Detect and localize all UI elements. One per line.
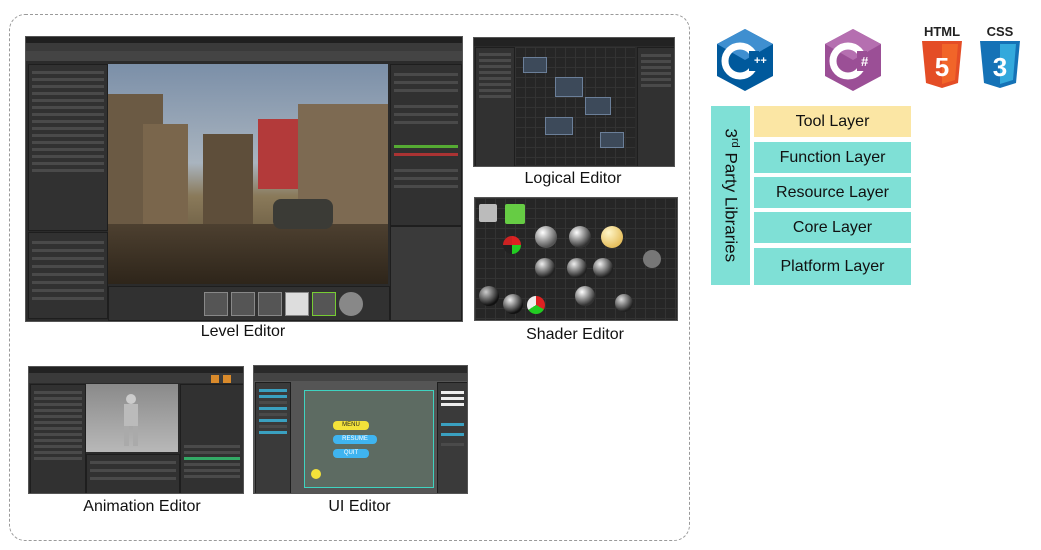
svg-text:++: ++ bbox=[754, 55, 767, 67]
html-logo-number: 5 bbox=[934, 52, 950, 82]
css-logo-number: 3 bbox=[992, 52, 1008, 82]
logical-editor-screenshot bbox=[473, 37, 675, 167]
assets-panel bbox=[28, 232, 108, 319]
platform-layer: Platform Layer bbox=[754, 248, 911, 285]
shader-editor-screenshot bbox=[474, 197, 678, 321]
animation-editor-screenshot bbox=[28, 366, 244, 494]
css3-icon: CSS 3 bbox=[978, 24, 1022, 92]
resource-layer: Resource Layer bbox=[754, 177, 911, 208]
ui-editor-caption: UI Editor bbox=[328, 498, 391, 515]
outliner-panel bbox=[28, 64, 108, 231]
tool-layer: Tool Layer bbox=[754, 106, 911, 137]
level-editor-caption: Level Editor bbox=[200, 323, 286, 340]
html-logo-label: HTML bbox=[923, 24, 961, 39]
cpp-icon: ++ bbox=[714, 27, 776, 93]
core-layer: Core Layer bbox=[754, 212, 911, 243]
ui-resume-button: RESUME bbox=[333, 435, 377, 444]
third-party-sup: rd bbox=[728, 138, 741, 148]
level-editor-screenshot bbox=[25, 36, 463, 322]
third-party-libraries-bar: 3rd Party Libraries bbox=[711, 106, 750, 285]
svg-text:#: # bbox=[861, 54, 869, 69]
html5-icon: HTML 5 bbox=[920, 24, 964, 92]
css-logo-label: CSS bbox=[986, 24, 1014, 39]
blueprint-graph bbox=[515, 47, 635, 165]
animation-editor-caption: Animation Editor bbox=[83, 498, 201, 515]
preview-panel bbox=[390, 226, 462, 321]
logical-editor-caption: Logical Editor bbox=[524, 170, 622, 187]
properties-panel bbox=[390, 64, 462, 226]
animation-viewport bbox=[86, 384, 178, 452]
ui-menu-button: MENU bbox=[333, 421, 369, 430]
level-viewport bbox=[108, 64, 388, 284]
ui-quit-button: QUIT bbox=[333, 449, 369, 458]
content-browser-panel bbox=[108, 286, 390, 321]
ui-editor-screenshot: MENU RESUME QUIT bbox=[253, 365, 468, 494]
ui-canvas: MENU RESUME QUIT bbox=[304, 390, 434, 488]
third-party-suffix: Party Libraries bbox=[721, 147, 741, 263]
function-layer: Function Layer bbox=[754, 142, 911, 173]
csharp-icon: # bbox=[822, 27, 884, 93]
shader-editor-caption: Shader Editor bbox=[526, 326, 624, 343]
